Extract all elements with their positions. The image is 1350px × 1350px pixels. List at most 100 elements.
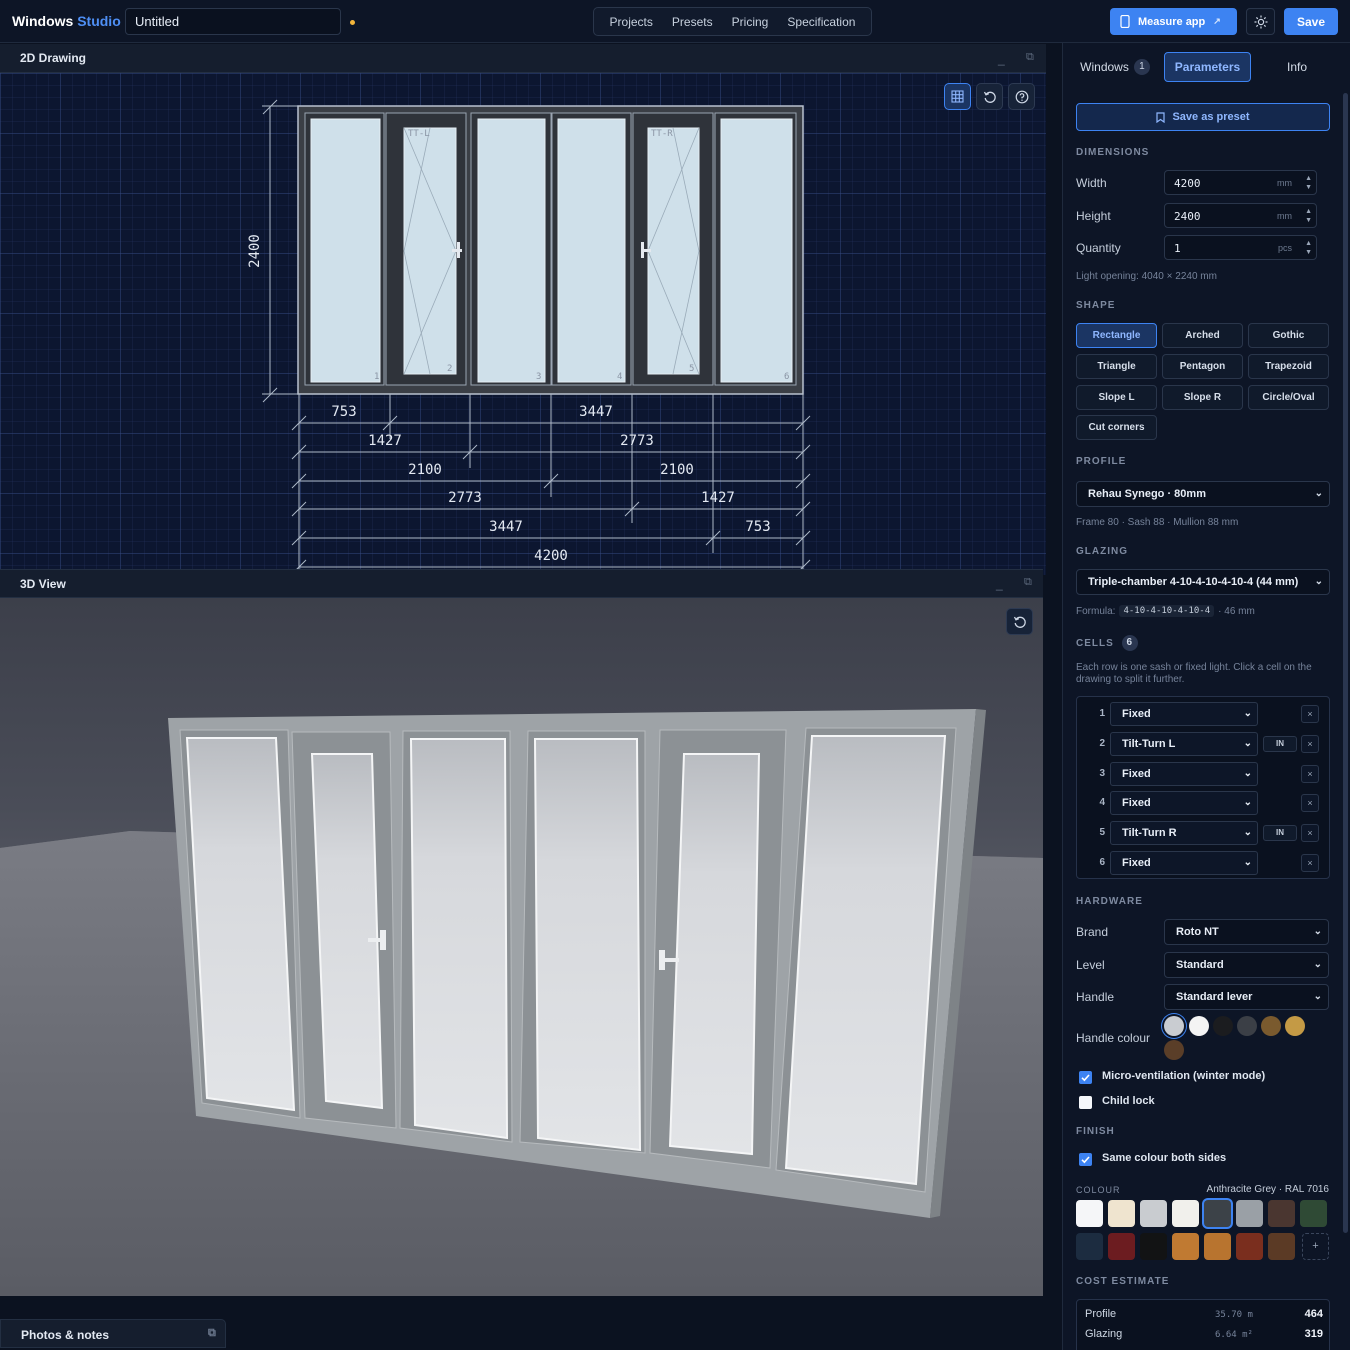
handle-colour-swatch[interactable] [1261, 1016, 1281, 1036]
cell-number: 6 [784, 372, 789, 382]
finish-colour-swatch[interactable] [1172, 1200, 1199, 1227]
finish-colour-swatch[interactable] [1268, 1200, 1295, 1227]
profile-select[interactable]: Rehau Synego · 80mm ⌄ [1076, 481, 1330, 507]
finish-colour-swatch[interactable] [1268, 1233, 1295, 1260]
quantity-input[interactable]: 1 pcs ▲ ▼ [1164, 235, 1317, 260]
finish-colour-swatch[interactable] [1108, 1200, 1135, 1227]
cell-number: 5 [689, 364, 694, 374]
selected-colour-name: Anthracite Grey · RAL 7016 [1206, 1184, 1329, 1195]
finish-colour-swatch[interactable] [1300, 1200, 1327, 1227]
shape-arched-button[interactable]: Arched [1162, 323, 1243, 348]
cell-type-select[interactable]: Tilt-Turn R ⌄ [1110, 821, 1258, 845]
remove-cell-button[interactable]: × [1301, 854, 1319, 872]
remove-cell-button[interactable]: × [1301, 735, 1319, 753]
handle-colour-swatch[interactable] [1285, 1016, 1305, 1036]
cell-type-select[interactable]: Fixed ⌄ [1110, 702, 1258, 726]
finish-colour-swatch[interactable] [1236, 1200, 1263, 1227]
glazing-select[interactable]: Triple-chamber 4-10-4-10-4-10-4 (44 mm) ⌄ [1076, 569, 1330, 595]
handle-colour-swatch[interactable] [1213, 1016, 1233, 1036]
minimize-icon[interactable]: _ [998, 52, 1005, 66]
save-button[interactable]: Save [1284, 8, 1338, 35]
external-link-icon: ↗ [1213, 16, 1221, 26]
project-name-input[interactable]: Untitled [125, 8, 341, 35]
finish-colour-swatch[interactable] [1140, 1233, 1167, 1260]
finish-colour-swatch[interactable] [1076, 1200, 1103, 1227]
opening-direction-toggle[interactable]: IN [1263, 825, 1297, 841]
micro-ventilation-checkbox[interactable] [1079, 1071, 1092, 1084]
minimize-icon[interactable]: _ [996, 577, 1003, 591]
shape-triangle-button[interactable]: Triangle [1076, 354, 1157, 379]
window-drawing[interactable]: TT-L TT-R 1 2 3 4 5 6 2400 753 3447 1427… [0, 73, 1046, 575]
shape-rectangle-button[interactable]: Rectangle [1076, 323, 1157, 348]
height-label: Height [1076, 209, 1111, 223]
profile-heading: PROFILE [1076, 456, 1127, 467]
view3d-panel-header: 3D View _ ⧉ [0, 569, 1043, 598]
add-colour-button[interactable]: + [1302, 1233, 1329, 1260]
tab-parameters[interactable]: Parameters [1164, 52, 1251, 82]
popout-icon[interactable]: ⧉ [1026, 51, 1034, 64]
finish-colour-swatch[interactable] [1204, 1200, 1231, 1227]
tab-info[interactable]: Info [1261, 52, 1333, 82]
width-input[interactable]: 4200 mm ▲ ▼ [1164, 170, 1317, 195]
handle-colour-swatch[interactable] [1164, 1040, 1184, 1060]
rotate-icon [1013, 616, 1026, 628]
scrollbar[interactable] [1343, 93, 1348, 1233]
theme-toggle-button[interactable] [1246, 8, 1275, 35]
handle-colour-swatch[interactable] [1237, 1016, 1257, 1036]
shape-gothic-button[interactable]: Gothic [1248, 323, 1329, 348]
dimensions-heading: DIMENSIONS [1076, 147, 1150, 158]
remove-cell-button[interactable]: × [1301, 705, 1319, 723]
drawing-canvas[interactable]: TT-L TT-R 1 2 3 4 5 6 2400 753 3447 1427… [0, 73, 1046, 575]
nav-presets[interactable]: Presets [672, 15, 713, 29]
stepper-icon[interactable]: ▲ ▼ [1305, 174, 1312, 192]
finish-colour-swatch[interactable] [1204, 1233, 1231, 1260]
nav-specification[interactable]: Specification [787, 15, 855, 29]
finish-colour-swatch[interactable] [1140, 1200, 1167, 1227]
finish-colour-swatch[interactable] [1172, 1233, 1199, 1260]
dimension-label: 2773 [620, 433, 654, 449]
photos-notes-panel[interactable]: Photos & notes ⧉ [0, 1319, 226, 1348]
shape-circle-oval-button[interactable]: Circle/Oval [1248, 385, 1329, 410]
finish-colour-swatch[interactable] [1076, 1233, 1103, 1260]
3d-viewport[interactable] [0, 598, 1043, 1296]
nav-pricing[interactable]: Pricing [732, 15, 769, 29]
shape-slope-l-button[interactable]: Slope L [1076, 385, 1157, 410]
handle-colour-swatch[interactable] [1164, 1016, 1184, 1036]
profile-note: Frame 80 · Sash 88 · Mullion 88 mm [1076, 517, 1239, 528]
stepper-icon[interactable]: ▲ ▼ [1305, 239, 1312, 257]
cell-type-select[interactable]: Fixed ⌄ [1110, 791, 1258, 815]
opening-direction-toggle[interactable]: IN [1263, 736, 1297, 752]
remove-cell-button[interactable]: × [1301, 824, 1319, 842]
handle-select[interactable]: Standard lever ⌄ [1164, 984, 1329, 1010]
child-lock-label: Child lock [1102, 1095, 1155, 1107]
finish-colour-swatch[interactable] [1108, 1233, 1135, 1260]
cell-type-select[interactable]: Fixed ⌄ [1110, 762, 1258, 786]
child-lock-checkbox[interactable] [1079, 1096, 1092, 1109]
popout-icon[interactable]: ⧉ [208, 1327, 216, 1340]
tab-windows[interactable]: Windows 1 [1075, 52, 1155, 82]
shape-trapezoid-button[interactable]: Trapezoid [1248, 354, 1329, 379]
shape-slope-r-button[interactable]: Slope R [1162, 385, 1243, 410]
reset-3d-view-button[interactable] [1006, 608, 1033, 635]
cell-tag-ttr: TT-R [651, 129, 673, 139]
nav-projects[interactable]: Projects [610, 15, 653, 29]
handle-colour-swatch[interactable] [1189, 1016, 1209, 1036]
same-colour-checkbox[interactable] [1079, 1153, 1092, 1166]
cell-type-select[interactable]: Fixed ⌄ [1110, 851, 1258, 875]
popout-icon[interactable]: ⧉ [1024, 576, 1032, 589]
stepper-icon[interactable]: ▲ ▼ [1305, 207, 1312, 225]
hardware-brand-select[interactable]: Roto NT ⌄ [1164, 919, 1329, 945]
remove-cell-button[interactable]: × [1301, 794, 1319, 812]
measure-app-button[interactable]: Measure app ↗ [1110, 8, 1237, 35]
save-preset-button[interactable]: Save as preset [1076, 103, 1330, 131]
cell-type-select[interactable]: Tilt-Turn L ⌄ [1110, 732, 1258, 756]
cell-number: 1 [374, 372, 379, 382]
finish-colour-swatch[interactable] [1236, 1233, 1263, 1260]
hardware-level-select[interactable]: Standard ⌄ [1164, 952, 1329, 978]
shape-heading: SHAPE [1076, 300, 1116, 311]
dimension-label: 1427 [368, 433, 402, 449]
remove-cell-button[interactable]: × [1301, 765, 1319, 783]
shape-pentagon-button[interactable]: Pentagon [1162, 354, 1243, 379]
height-input[interactable]: 2400 mm ▲ ▼ [1164, 203, 1317, 228]
shape-cut-corners-button[interactable]: Cut corners [1076, 415, 1157, 440]
